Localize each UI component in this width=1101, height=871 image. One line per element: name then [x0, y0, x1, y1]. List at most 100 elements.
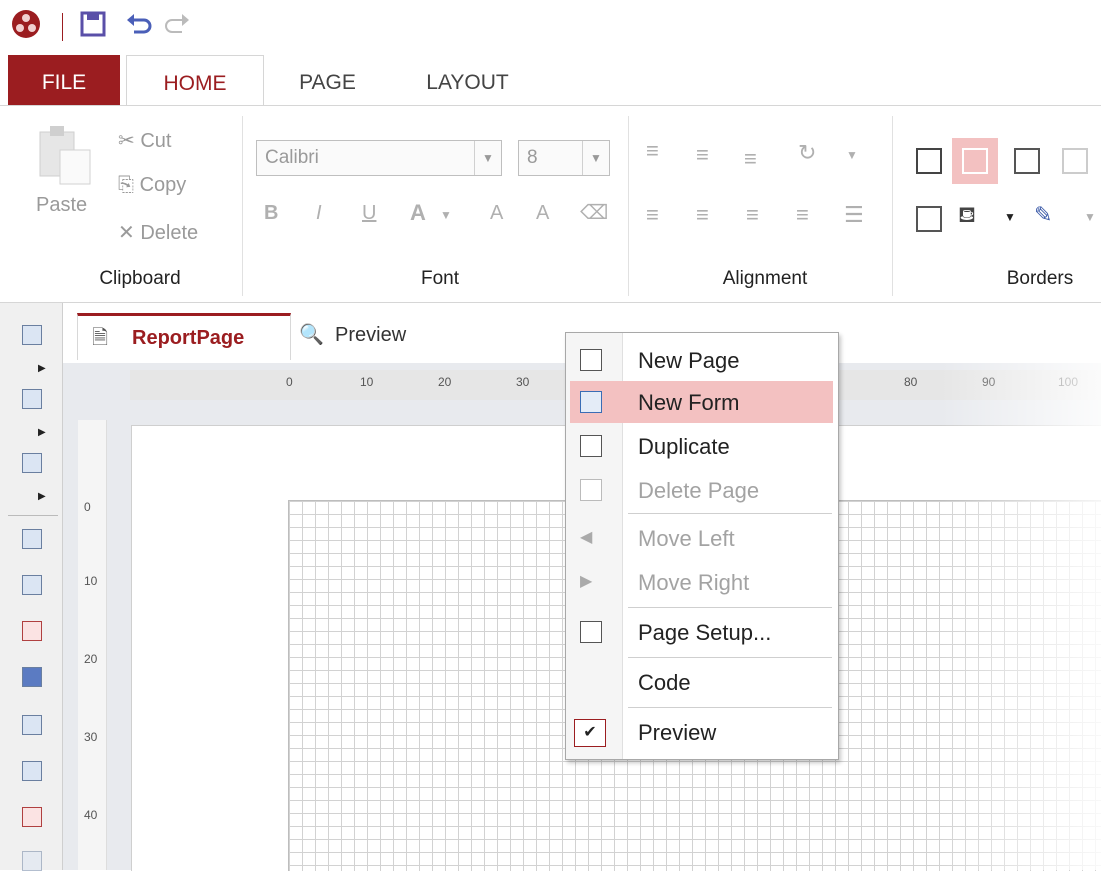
band-icon[interactable] — [22, 325, 42, 345]
menu-item-move-right[interactable]: ▶ Move Right — [570, 561, 833, 603]
border-all-icon[interactable] — [916, 148, 942, 174]
tab-preview[interactable]: 🔍 Preview — [289, 313, 449, 357]
align-left-icon[interactable]: ≡ — [646, 202, 659, 228]
menu-item-label: Move Left — [638, 526, 735, 551]
menu-separator — [628, 513, 832, 514]
label-icon[interactable] — [22, 807, 42, 827]
preview-icon: 🔍 — [299, 324, 324, 346]
menu-item-delete-page[interactable]: Delete Page — [570, 469, 833, 511]
tab-home[interactable]: HOME — [126, 55, 264, 107]
delete-icon: ✕ — [118, 222, 135, 244]
paste-button[interactable]: Paste — [36, 194, 87, 217]
rich-text-icon[interactable] — [22, 621, 42, 641]
italic-button[interactable]: I — [316, 202, 322, 225]
border-right-icon[interactable] — [1062, 148, 1088, 174]
chevron-right-icon[interactable]: ▶ — [38, 363, 46, 374]
tab-page[interactable]: PAGE — [270, 55, 385, 105]
tab-file[interactable]: FILE — [8, 55, 120, 105]
group-label-borders: Borders — [1006, 268, 1074, 289]
chevron-down-icon[interactable]: ▼ — [474, 141, 501, 175]
menu-item-move-left[interactable]: ◀ Move Left — [570, 517, 833, 559]
shrink-font-button[interactable]: A — [536, 202, 549, 225]
components-toolbar: ▶ ▶ ▶ — [0, 303, 63, 871]
app-logo-icon[interactable] — [12, 10, 40, 38]
menu-item-new-form[interactable]: New Form — [570, 381, 833, 423]
ruler-tick: 10 — [360, 375, 374, 389]
rotate-icon[interactable]: ↻ — [798, 140, 816, 166]
tab-layout[interactable]: LAYOUT — [395, 55, 540, 105]
ruler-tick: 100 — [1058, 375, 1079, 389]
menu-item-code[interactable]: Code — [570, 661, 833, 703]
chevron-down-icon[interactable]: ▼ — [1004, 210, 1016, 224]
panel-icon[interactable] — [22, 715, 42, 735]
menu-item-label: Duplicate — [638, 434, 730, 459]
font-family-value: Calibri — [265, 147, 319, 168]
chevron-down-icon[interactable]: ▼ — [582, 141, 609, 175]
border-left-icon[interactable] — [1014, 148, 1040, 174]
fill-color-icon[interactable]: ⛾ — [958, 202, 976, 231]
align-top-icon[interactable]: ≡ — [646, 138, 659, 164]
toolbar-separator — [8, 515, 58, 516]
save-icon[interactable] — [80, 10, 106, 43]
text-icon[interactable] — [22, 575, 42, 595]
eraser-icon[interactable]: ⌫ — [580, 200, 608, 225]
menu-item-label: Code — [638, 670, 691, 695]
group-separator — [892, 116, 893, 296]
align-center-icon[interactable]: ≡ — [696, 202, 709, 228]
menu-item-label: Move Right — [638, 570, 750, 595]
ruler-tick: 20 — [438, 375, 452, 389]
border-none-icon[interactable] — [916, 206, 942, 232]
ruler-tick: 0 — [84, 500, 91, 514]
group-label-font: Font — [420, 268, 460, 289]
align-bottom-icon[interactable]: ≡ — [744, 146, 757, 172]
font-size-value: 8 — [527, 147, 538, 168]
field-icon[interactable] — [22, 851, 42, 871]
tab-report-page[interactable]: 🗎 ReportPage — [77, 313, 291, 360]
chevron-down-icon[interactable]: ▼ — [440, 208, 452, 222]
menu-separator — [628, 657, 832, 658]
cut-label: Cut — [140, 130, 172, 152]
delete-label: Delete — [140, 222, 199, 244]
data-band-icon[interactable] — [22, 389, 42, 409]
menu-item-label: Page Setup... — [638, 620, 772, 645]
font-size-combo[interactable]: 8 ▼ — [518, 140, 610, 176]
line-color-icon[interactable]: ✎ — [1034, 202, 1052, 228]
wrap-text-icon[interactable]: ☰ — [844, 202, 864, 228]
menu-item-duplicate[interactable]: Duplicate — [570, 425, 833, 467]
delete-button[interactable]: ✕ Delete — [118, 220, 198, 245]
border-selected-button[interactable] — [952, 138, 998, 184]
font-color-button[interactable]: A — [410, 200, 426, 226]
combobox-icon[interactable] — [22, 667, 42, 687]
paste-icon[interactable] — [36, 124, 94, 191]
grow-font-button[interactable]: A — [490, 202, 503, 225]
cut-button[interactable]: ✂ Cut — [118, 128, 171, 153]
chevron-right-icon[interactable]: ▶ — [38, 491, 46, 502]
align-middle-icon[interactable]: ≡ — [696, 142, 709, 168]
ruler-tick: 80 — [904, 375, 918, 389]
bold-button[interactable]: B — [264, 202, 278, 225]
justify-icon[interactable]: ≡ — [796, 202, 809, 228]
chevron-right-icon[interactable]: ▶ — [38, 427, 46, 438]
align-right-icon[interactable]: ≡ — [746, 202, 759, 228]
page-icon: 🗎 — [92, 327, 109, 349]
menu-item-preview[interactable]: ✔ Preview — [570, 711, 833, 753]
delete-page-icon — [580, 479, 602, 501]
table-icon[interactable] — [22, 453, 42, 473]
undo-icon[interactable] — [124, 10, 154, 43]
chevron-down-icon[interactable]: ▼ — [846, 148, 858, 162]
image-icon[interactable] — [22, 761, 42, 781]
form-icon[interactable] — [22, 529, 42, 549]
underline-button[interactable]: U — [362, 202, 376, 225]
menu-item-new-page[interactable]: New Page — [570, 339, 833, 381]
tab-report-page-label: ReportPage — [132, 327, 245, 349]
menu-item-label: Preview — [638, 720, 717, 745]
copy-button[interactable]: ⎘ Copy — [118, 174, 186, 197]
menu-item-page-setup[interactable]: Page Setup... — [570, 611, 833, 653]
group-separator — [242, 116, 243, 296]
duplicate-icon — [580, 435, 602, 457]
redo-icon[interactable] — [162, 10, 192, 43]
font-family-combo[interactable]: Calibri ▼ — [256, 140, 502, 176]
new-form-icon — [580, 391, 602, 413]
chevron-down-icon[interactable]: ▼ — [1084, 210, 1096, 224]
menu-item-label: Delete Page — [638, 478, 760, 503]
